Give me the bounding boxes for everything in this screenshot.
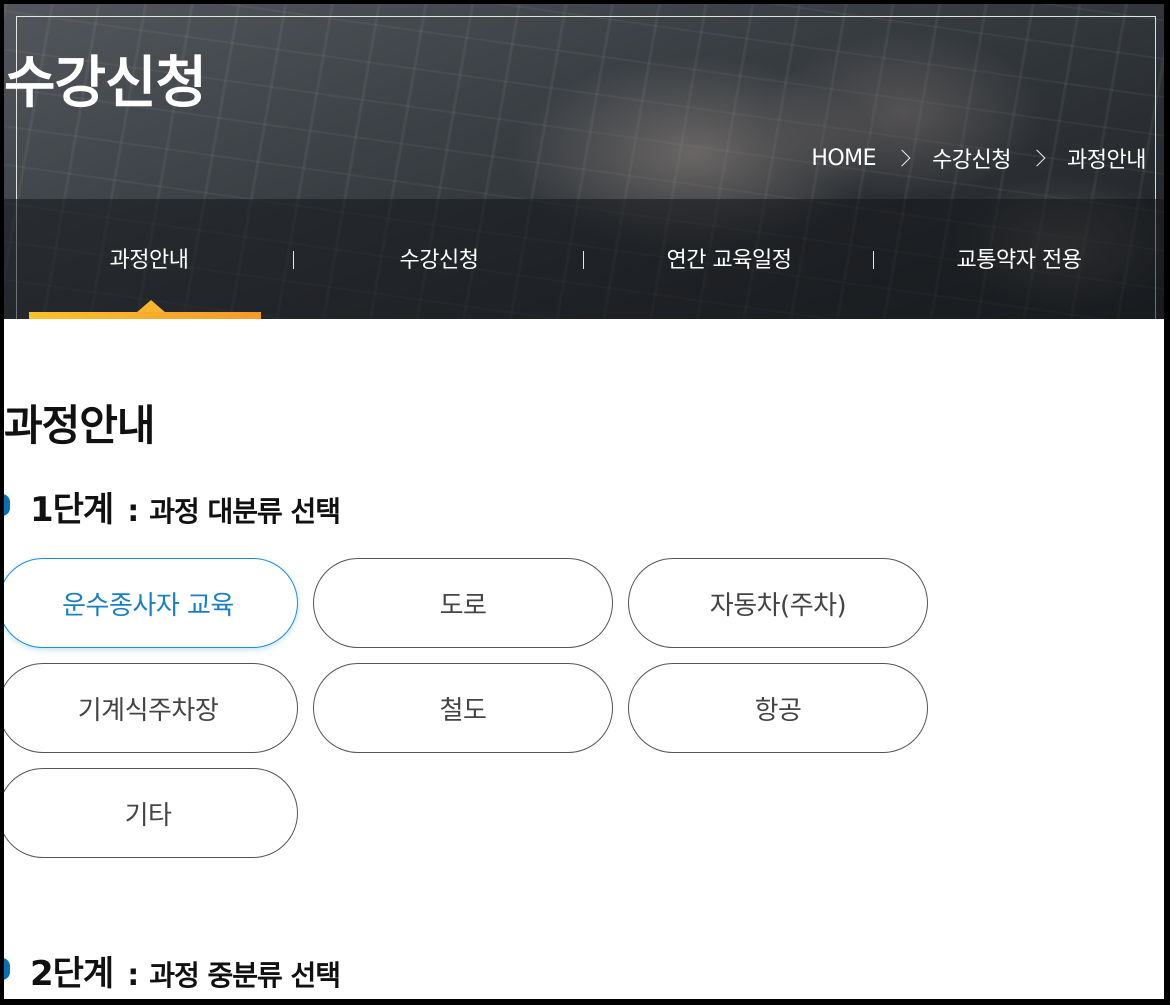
tab-label: 수강신청 [399, 248, 479, 273]
chevron-right-icon [1028, 149, 1046, 167]
hero-banner: 수강신청 HOME 수강신청 과정안내 과정안내 수강신청 연간 교육일정 교통… [4, 4, 1164, 336]
step2-number: 2단계 [30, 954, 114, 994]
tab-accessibility[interactable]: 교통약자 전용 [874, 199, 1164, 319]
tab-annual-schedule[interactable]: 연간 교육일정 [584, 199, 874, 319]
category-option-car-parking[interactable]: 자동차(주차) [628, 558, 928, 648]
step1-label: 과정 대분류 선택 [149, 495, 341, 528]
step1-heading: 1단계 : 과정 대분류 선택 [4, 482, 341, 531]
category-option-road[interactable]: 도로 [313, 558, 613, 648]
step2-heading: 2단계 : 과정 중분류 선택 [4, 946, 341, 995]
breadcrumb-current[interactable]: 과정안내 [1057, 142, 1156, 174]
category-option-railway[interactable]: 철도 [313, 663, 613, 753]
tab-label: 과정안내 [109, 248, 189, 273]
category-option-aviation[interactable]: 항공 [628, 663, 928, 753]
sub-navigation: 과정안내 수강신청 연간 교육일정 교통약자 전용 [4, 199, 1164, 319]
step1-colon: : [127, 494, 140, 529]
breadcrumb: HOME 수강신청 과정안내 [801, 142, 1156, 174]
hero-title: 수강신청 [4, 51, 207, 116]
category-option-mechanical-parking[interactable]: 기계식주차장 [4, 663, 298, 753]
tab-label: 교통약자 전용 [956, 248, 1082, 273]
page-title: 과정안내 [4, 401, 156, 450]
page-frame: 수강신청 HOME 수강신청 과정안내 과정안내 수강신청 연간 교육일정 교통… [4, 4, 1164, 999]
tab-enrollment[interactable]: 수강신청 [294, 199, 584, 319]
step-marker-icon [4, 958, 10, 980]
category-option-other[interactable]: 기타 [4, 768, 298, 858]
chevron-right-icon [893, 149, 911, 167]
breadcrumb-enrollment[interactable]: 수강신청 [922, 142, 1021, 174]
category-options: 운수종사자 교육 도로 자동차(주차) 기계식주차장 철도 항공 기타 [4, 558, 948, 858]
step1-number: 1단계 [30, 490, 114, 530]
step2-colon: : [127, 958, 140, 993]
breadcrumb-home[interactable]: HOME [801, 146, 886, 171]
tab-label: 연간 교육일정 [666, 248, 792, 273]
category-option-transport-worker[interactable]: 운수종사자 교육 [4, 558, 298, 648]
step-marker-icon [4, 494, 10, 516]
step2-label: 과정 중분류 선택 [149, 959, 341, 992]
active-tab-indicator [29, 312, 261, 319]
